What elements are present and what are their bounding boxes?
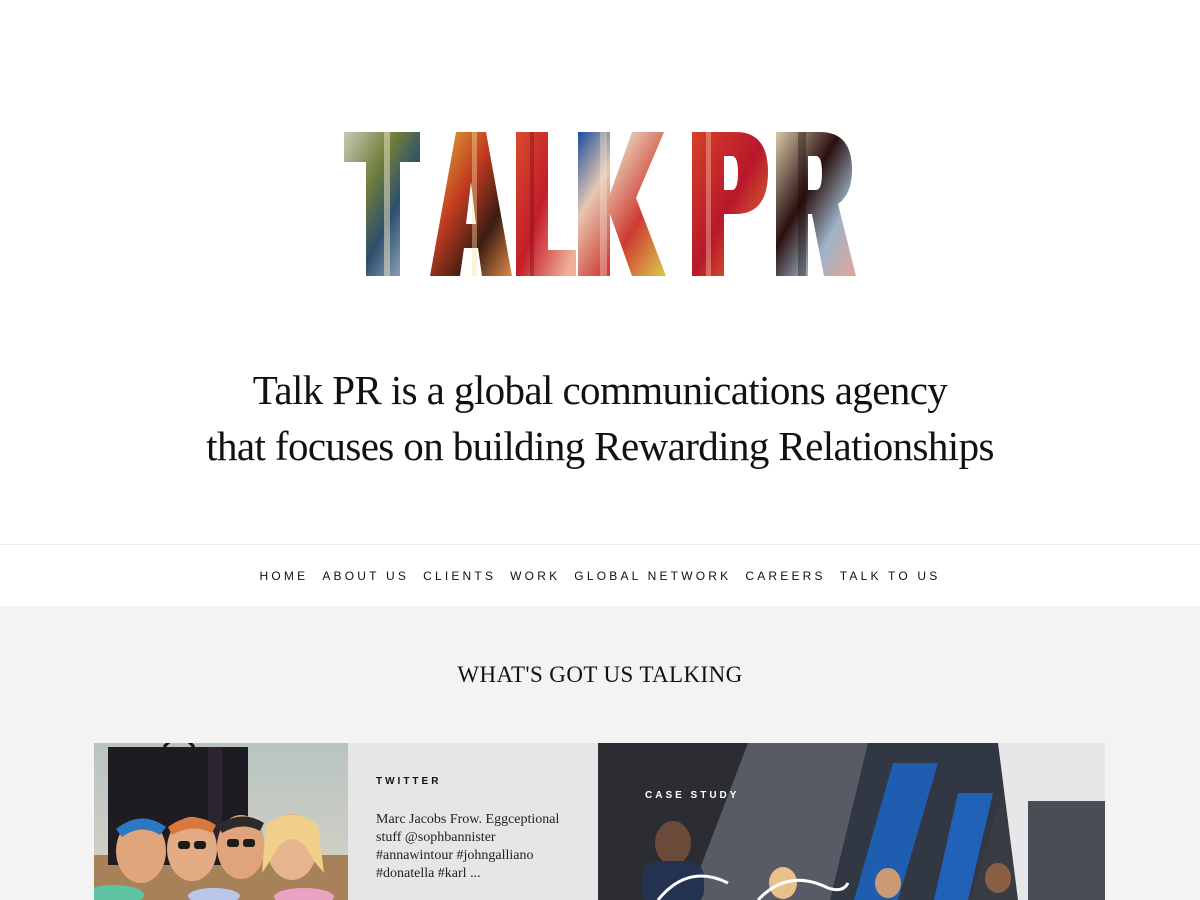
main-nav: HOME ABOUT US CLIENTS WORK GLOBAL NETWOR… xyxy=(0,544,1200,606)
marc-jacobs-eggs-photo xyxy=(94,743,348,900)
feed-title: WHAT'S GOT US TALKING xyxy=(457,662,743,687)
tagline: Talk PR is a global communications agenc… xyxy=(0,362,1200,474)
twitter-card-image[interactable] xyxy=(94,743,348,900)
nav-item-home[interactable]: HOME xyxy=(253,569,316,583)
nav-item-talk-to-us[interactable]: TALK TO US xyxy=(833,569,948,583)
talking-feed: WHAT'S GOT US TALKING TWITTER Marc Jacob… xyxy=(0,606,1200,900)
nav-item-global-network[interactable]: GLOBAL NETWORK xyxy=(567,569,738,583)
logo-letter-p xyxy=(692,132,768,276)
logo-letter-r xyxy=(776,132,856,276)
nav-item-clients[interactable]: CLIENTS xyxy=(416,569,503,583)
logo-letter-l xyxy=(516,132,576,276)
tagline-line-2: that focuses on building Rewarding Relat… xyxy=(206,423,994,469)
logo-letter-k xyxy=(578,132,666,276)
twitter-card[interactable]: TWITTER Marc Jacobs Frow. Eggceptional s… xyxy=(348,743,598,900)
logo-letter-a xyxy=(430,132,512,276)
twitter-label: TWITTER xyxy=(376,776,442,787)
talk-pr-logo xyxy=(344,132,856,276)
logo-letter-t xyxy=(344,132,420,276)
case-study-photo xyxy=(598,743,1105,900)
case-study-label: CASE STUDY xyxy=(645,790,740,801)
hero: Talk PR is a global communications agenc… xyxy=(0,0,1200,544)
tagline-line-1: Talk PR is a global communications agenc… xyxy=(252,367,948,413)
nav-item-work[interactable]: WORK xyxy=(503,569,567,583)
case-study-card[interactable]: CASE STUDY xyxy=(598,743,1105,900)
nav-item-careers[interactable]: CAREERS xyxy=(738,569,832,583)
nav-item-about-us[interactable]: ABOUT US xyxy=(315,569,416,583)
tweet-text: Marc Jacobs Frow. Eggceptional stuff @so… xyxy=(376,812,560,881)
